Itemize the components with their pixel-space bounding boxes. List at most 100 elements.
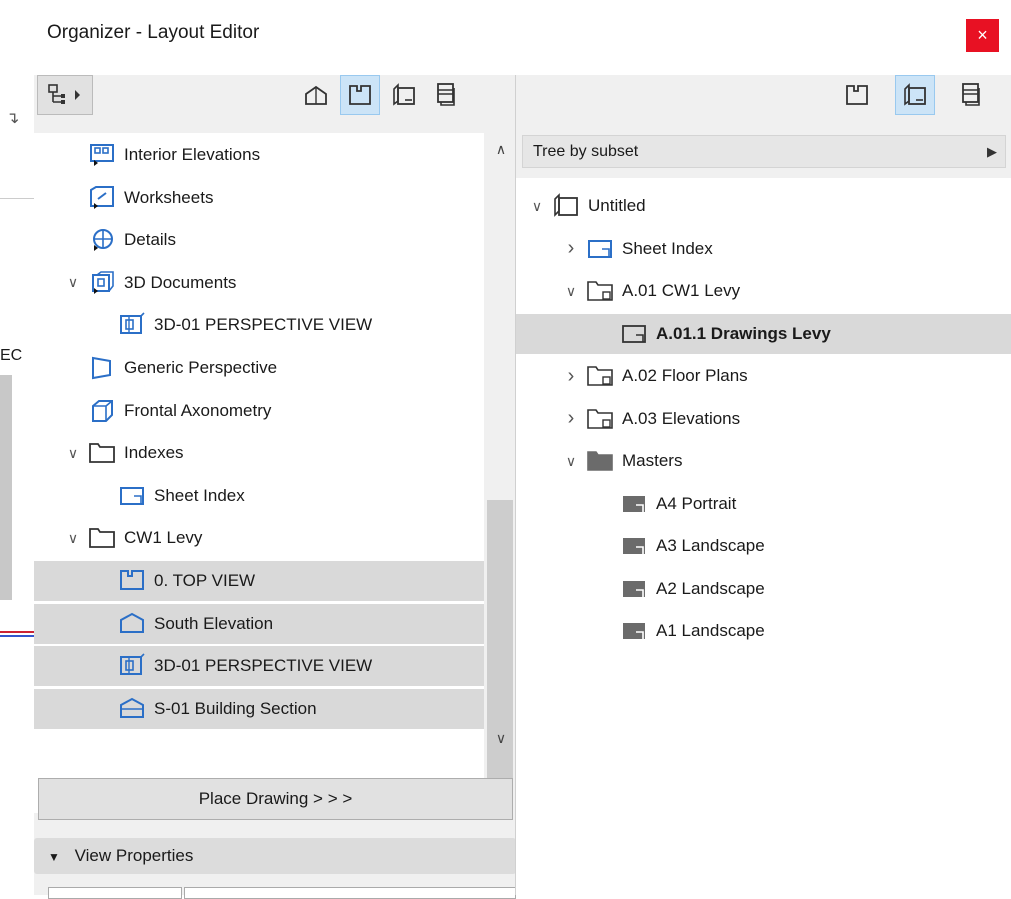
tree-item-label: Worksheets (124, 187, 214, 207)
tree-row[interactable]: A2 Landscape (516, 569, 1011, 609)
chevron-right-icon[interactable]: › (562, 237, 580, 260)
scroll-thumb[interactable] (487, 500, 513, 800)
tree-row[interactable]: A1 Landscape (516, 611, 1011, 651)
view-map-menu-button[interactable] (37, 75, 93, 115)
layout-book-pane: Tree by subset ▶ ∨ Untitled › Sheet Index ∨ A… (516, 75, 1011, 895)
chevron-right-icon[interactable]: › (562, 365, 580, 388)
tree-item-label: 0. TOP VIEW (154, 571, 256, 590)
view-map-button-right[interactable] (837, 75, 877, 115)
window-title: Organizer - Layout Editor (47, 22, 260, 43)
background-line-red (0, 631, 34, 633)
tree-row[interactable]: ∨ 3D Documents (34, 263, 484, 303)
tree-item-label: 3D-01 PERSPECTIVE VIEW (154, 315, 373, 335)
tree-item-label: A4 Portrait (656, 493, 737, 513)
tree-row[interactable]: ∨ Untitled (516, 186, 1011, 226)
property-field[interactable] (184, 887, 516, 899)
tree-row[interactable]: S-01 Building Section (34, 688, 484, 729)
publisher-sets-icon (962, 83, 980, 106)
layout-book-button[interactable] (384, 75, 424, 115)
view-properties-header[interactable]: ▼ View Properties (34, 838, 516, 874)
divider (0, 198, 34, 199)
tree-row[interactable]: 3D-01 PERSPECTIVE VIEW (34, 646, 484, 687)
view-map-tree[interactable]: Interior Elevations Worksheets Details ∨ 3D … (34, 133, 484, 813)
tree-row[interactable]: › Sheet Index (516, 229, 1011, 269)
master-layout-icon (620, 533, 648, 559)
tree-row[interactable]: ∨ Masters (516, 441, 1011, 481)
tree-item-label: 3D Documents (124, 272, 237, 292)
tree-row[interactable]: Frontal Axonometry (34, 391, 484, 431)
tree-row[interactable]: 3D-01 PERSPECTIVE VIEW (34, 305, 484, 345)
tree-row[interactable]: South Elevation (34, 603, 484, 644)
layout-icon (620, 321, 648, 347)
tree-item-label: Indexes (124, 443, 184, 463)
tree-item-label: A3 Landscape (656, 536, 765, 555)
tree-row[interactable]: Sheet Index (34, 476, 484, 516)
axonometry-icon (88, 398, 116, 424)
project-map-button[interactable] (296, 75, 336, 115)
chevron-right-icon: ▶ (987, 144, 997, 159)
tree-item-label: Masters (622, 451, 683, 470)
tree-item-label: A.01.1 Drawings Levy (656, 323, 831, 343)
background-panel (0, 375, 12, 600)
worksheets-icon (88, 185, 116, 211)
place-drawing-button[interactable]: Place Drawing > > > (38, 778, 513, 820)
subset-folder-icon (586, 406, 614, 432)
details-icon (88, 227, 116, 253)
tree-item-label: Sheet Index (154, 485, 245, 505)
tree-row[interactable]: A4 Portrait (516, 484, 1011, 524)
tree-item-label: Interior Elevations (124, 145, 261, 164)
subset-folder-icon (586, 278, 614, 304)
chevron-down-icon[interactable]: ∨ (64, 530, 82, 547)
chevron-down-icon[interactable]: ∨ (64, 445, 82, 462)
tree-item-label: CW1 Levy (124, 528, 203, 548)
tree-by-subset-dropdown[interactable]: Tree by subset ▶ (522, 135, 1006, 168)
scroll-down-icon[interactable]: ∨ (492, 730, 510, 747)
tree-row[interactable]: Worksheets (34, 178, 484, 218)
tree-row[interactable]: Generic Perspective (34, 348, 484, 388)
chevron-down-icon[interactable]: ∨ (64, 274, 82, 291)
background-window-strip: ↴ EC (0, 75, 34, 895)
publisher-sets-button[interactable] (426, 75, 466, 115)
tree-item-label: S-01 Building Section (154, 698, 317, 718)
tree-row[interactable]: A3 Landscape (516, 526, 1011, 566)
property-field[interactable] (48, 887, 182, 899)
section-icon (118, 696, 146, 722)
tree-row[interactable]: A.01.1 Drawings Levy (516, 313, 1011, 354)
tree-item-label: A2 Landscape (656, 578, 765, 598)
tree-row[interactable]: › A.03 Elevations (516, 399, 1011, 439)
close-button[interactable]: × (966, 19, 999, 52)
view-map-icon (349, 85, 371, 105)
tree-item-label: Untitled (588, 196, 646, 215)
tree-row[interactable]: Details (34, 220, 484, 260)
tree-item-label: South Elevation (154, 613, 274, 633)
layout-book-icon (393, 83, 415, 106)
folder-icon (88, 440, 116, 466)
tree-row[interactable]: Interior Elevations (34, 135, 484, 175)
tree-item-label: Frontal Axonometry (124, 400, 272, 420)
layout-book-tree[interactable]: ∨ Untitled › Sheet Index ∨ A.01 CW1 Levy A.01.… (516, 178, 1011, 895)
chevron-down-icon[interactable]: ∨ (562, 453, 580, 470)
tree-item-label: A.03 Elevations (622, 408, 741, 428)
publisher-sets-button-right[interactable] (951, 75, 991, 115)
tree-item-label: A1 Landscape (656, 621, 765, 640)
tree-row[interactable]: ∨ CW1 Levy (34, 518, 484, 558)
interior-elevations-icon (88, 142, 116, 168)
chevron-right-icon[interactable]: › (562, 407, 580, 430)
tree-item-label: 3D-01 PERSPECTIVE VIEW (154, 656, 373, 676)
tree-row[interactable]: ∨ A.01 CW1 Levy (516, 271, 1011, 311)
scroll-up-icon[interactable]: ∧ (492, 141, 510, 158)
tree-menu-icon (48, 84, 80, 104)
tree-row[interactable]: › A.02 Floor Plans (516, 356, 1011, 396)
view-map-pane: Interior Elevations Worksheets Details ∨ 3D … (34, 75, 516, 899)
tree-row[interactable]: 0. TOP VIEW (34, 561, 484, 601)
3d-view-icon (118, 312, 146, 338)
partial-label: EC (0, 347, 23, 364)
view-map-button[interactable] (340, 75, 380, 115)
layout-book-button-right[interactable] (895, 75, 935, 115)
share-icon: ↴ (6, 110, 20, 127)
masters-folder-icon (586, 448, 614, 474)
tree-row[interactable]: ∨ Indexes (34, 433, 484, 473)
chevron-down-icon[interactable]: ∨ (528, 198, 546, 215)
chevron-down-icon[interactable]: ∨ (562, 283, 580, 300)
tree-item-label: Sheet Index (622, 238, 713, 258)
